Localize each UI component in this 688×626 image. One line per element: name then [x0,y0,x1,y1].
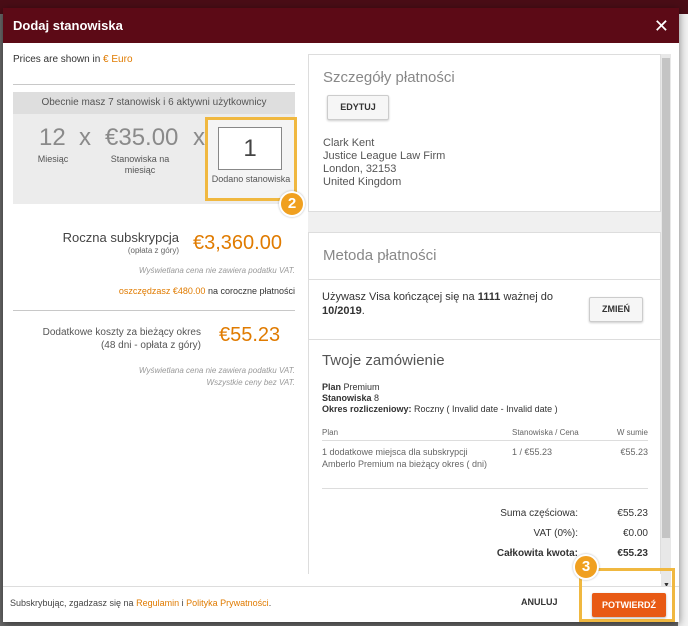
order-title: Twoje zamówienie [322,352,445,369]
card-expiry: 10/2019 [322,305,362,317]
vat-note-3: Wszystkie ceny bez VAT. [206,378,295,387]
payment-method-card: Metoda płatności ZMIEŃ [308,232,661,340]
payment-text-end: . [361,305,365,317]
subtotal-label: Suma częściowa: [500,508,578,519]
confirm-button[interactable]: POTWIERDŹ [592,593,666,617]
prices-shown-label: Prices are shown in [13,54,101,65]
seats-key: Stanowiska [322,393,372,403]
extra-costs-title: Dodatkowe koszty za bieżący okres [42,327,201,338]
order-meta: Plan Premium Stanowiska 8 Okres rozlicze… [322,382,558,415]
card-digits: 1111 [477,291,501,303]
total-value: €55.23 [617,548,648,559]
seat-calculator: Obecnie masz 7 stanowisk i 6 aktywni uży… [13,92,297,204]
terms-end: . [268,598,272,608]
annual-subscription-sub: (opłata z góry) [127,246,179,255]
vat-note: Wyświetlana cena nie zawiera podatku VAT… [138,266,295,275]
terms-prefix: Subskrybując, zgadzasz się na [10,598,134,608]
divider [322,488,648,489]
multiply-sign: x [79,124,91,151]
divider [322,440,648,441]
checkout-panel: Szczegóły płatności EDYTUJ Clark Kent Ju… [308,54,661,574]
months-value: 12 [39,124,66,151]
billing-details-title: Szczegóły płatności [323,69,455,86]
period-key: Okres rozliczeniowy: [322,404,412,414]
address-line: Clark Kent [323,137,375,149]
payment-method-text: Używasz Visa kończącej się na 1111 ważne… [322,290,572,318]
total-label: Całkowita kwota: [496,548,578,559]
divider [309,279,661,280]
pricing-panel: Prices are shown in € Euro Obecnie masz … [13,54,305,387]
savings-info: oszczędzasz €480.00 na coroczne płatnośc… [13,286,295,296]
close-icon[interactable]: ✕ [654,17,669,35]
subtotal-value: €55.23 [617,508,648,519]
terms-conj: i [181,598,184,608]
terms-agreement: Subskrybując, zgadzasz się na Regulamin … [10,598,271,608]
seat-quantity-label: Dodano stanowiska [211,174,291,184]
prices-shown-note: Prices are shown in € Euro [13,54,295,65]
col-seats-price: Stanowiska / Cena [512,428,579,437]
annual-price: €3,360.00 [193,232,282,254]
period-value: Roczny ( Invalid date - Invalid date ) [414,404,558,414]
extra-costs-price: €55.23 [219,324,281,346]
payment-method-title: Metoda płatności [323,247,437,264]
address-line: Justice League Law Firm [323,150,446,162]
col-total: W sumie [616,428,648,437]
savings-suffix: na coroczne płatności [207,286,295,296]
add-seats-modal: Dodaj stanowiska ✕ Prices are shown in €… [3,8,679,622]
extra-costs-sub: (48 dni - opłata z góry) [100,340,201,351]
current-seats-info: Obecnie masz 7 stanowisk i 6 aktywni uży… [13,92,295,114]
order-item-total: €55.23 [620,447,648,457]
order-item-desc: 1 dodatkowe miejsca dla subskrypcji Ambe… [322,447,488,469]
scrollbar-thumb[interactable] [662,58,670,538]
address-line: London, 32153 [323,163,397,175]
billing-details-card: Szczegóły płatności EDYTUJ Clark Kent Ju… [308,54,661,212]
payment-text-prefix: Używasz Visa kończącej się na [322,291,475,303]
modal-header: Dodaj stanowiska ✕ [3,8,679,43]
extra-costs-label: Dodatkowe koszty za bieżący okres (48 dn… [13,326,201,352]
privacy-link[interactable]: Polityka Prywatności [186,598,269,608]
vat-value: €0.00 [622,528,648,539]
months-label: Miesiąc [37,154,69,164]
vat-label: VAT (0%): [533,528,578,539]
billing-address: Clark Kent Justice League Law Firm Londo… [323,137,445,189]
seat-quantity-highlight: 1 Dodano stanowiska [205,117,297,201]
step-3-badge: 3 [573,554,599,580]
plan-key: Plan [322,382,342,392]
address-line: United Kingdom [323,176,402,188]
step-2-badge: 2 [279,191,305,217]
scrollbar[interactable] [661,54,671,594]
plan-value: Premium [343,382,380,392]
annual-subscription-label: Roczna subskrypcja [62,230,179,245]
price-per-seat-label: Stanowiska na miesiąc [110,154,170,175]
payment-text-middle: ważnej do [503,291,553,303]
col-plan: Plan [322,428,339,437]
currency-link[interactable]: € Euro [103,54,132,65]
change-payment-button[interactable]: ZMIEŃ [589,297,643,322]
modal-title: Dodaj stanowiska [13,18,123,33]
terms-link[interactable]: Regulamin [136,598,179,608]
order-item-qty-price: 1 / €55.23 [512,447,553,457]
seat-quantity-input[interactable]: 1 [218,127,282,170]
savings-amount: oszczędzasz €480.00 [118,286,206,296]
seats-value: 8 [374,393,380,403]
multiply-sign-2: x [193,124,205,151]
cancel-button[interactable]: ANULUJ [521,597,558,607]
background-app-content [678,14,688,626]
edit-billing-button[interactable]: EDYTUJ [327,95,389,120]
divider [13,84,295,85]
vat-note-2: Wyświetlana cena nie zawiera podatku VAT… [138,366,295,375]
modal-footer: Subskrybując, zgadzasz się na Regulamin … [3,586,679,622]
price-per-seat: €35.00 [105,124,179,151]
divider-2 [13,310,295,311]
